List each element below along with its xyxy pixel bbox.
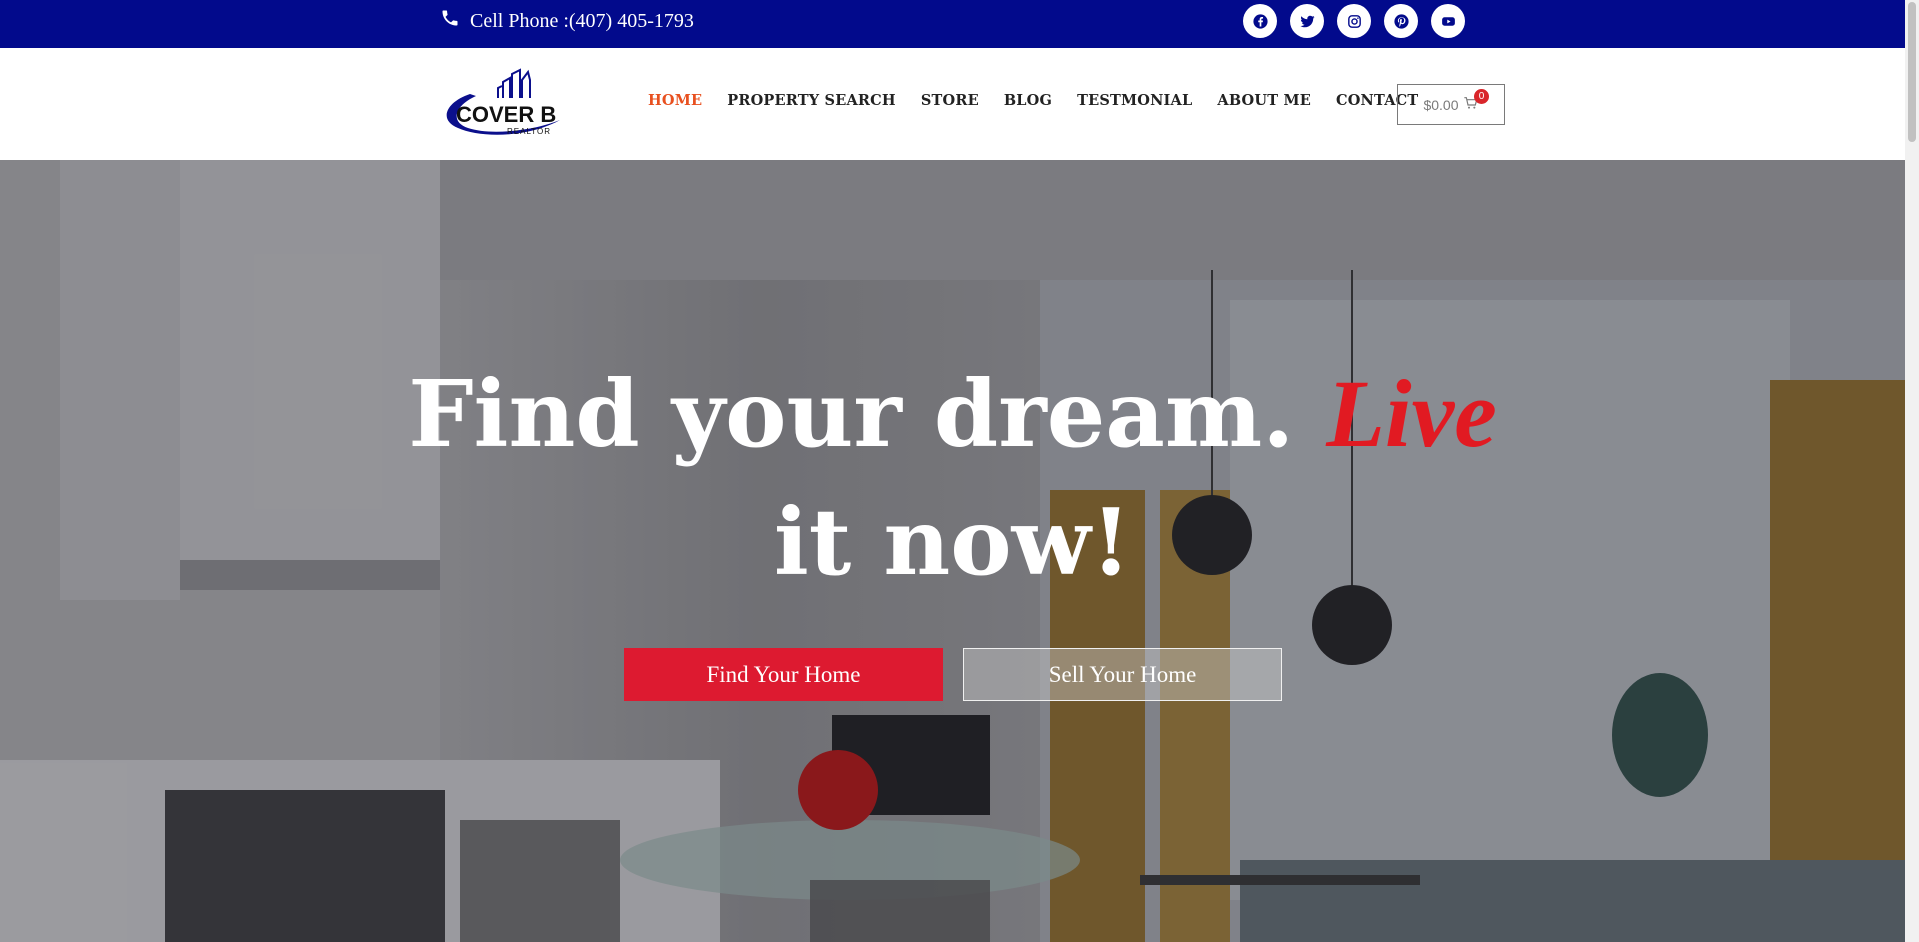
phone-icon [440,8,460,34]
main-nav: HOME PROPERTY SEARCH STORE BLOG TESTMONI… [648,92,1418,109]
site-header: COVER B REALTOR HOME PROPERTY SEARCH STO… [0,48,1905,160]
facebook-icon[interactable] [1243,4,1277,38]
phone-text: Cell Phone :(407) 405-1793 [470,9,694,32]
hero-headline: Find your dream. Live it now! [400,350,1505,606]
instagram-icon[interactable] [1337,4,1371,38]
sell-your-home-button[interactable]: Sell Your Home [963,648,1282,701]
nav-item-property-search[interactable]: PROPERTY SEARCH [727,92,896,109]
find-your-home-button[interactable]: Find Your Home [624,648,943,701]
nav-item-blog[interactable]: BLOG [1004,92,1052,109]
scrollbar-thumb[interactable] [1908,2,1916,142]
twitter-icon[interactable] [1290,4,1324,38]
logo-sub-text: REALTOR [507,127,551,136]
headline-part1: Find your dream. [408,360,1295,468]
site-logo[interactable]: COVER B REALTOR [440,60,564,148]
social-links [1243,4,1465,38]
nav-item-testmonial[interactable]: TESTMONIAL [1077,92,1192,109]
logo-main-text: COVER B [456,102,556,127]
youtube-icon[interactable] [1431,4,1465,38]
nav-item-home[interactable]: HOME [648,92,702,109]
nav-item-about-me[interactable]: ABOUT ME [1217,92,1311,109]
cart-button[interactable]: $0.00 0 [1397,84,1505,125]
pinterest-icon[interactable] [1384,4,1418,38]
hero-section: Find your dream. Live it now! Find Your … [0,160,1905,942]
page-scrollbar[interactable] [1905,0,1919,942]
headline-script-word: Live [1326,360,1497,467]
phone-contact[interactable]: Cell Phone :(407) 405-1793 [440,8,694,34]
nav-item-store[interactable]: STORE [921,92,979,109]
headline-part2: it now! [773,488,1132,596]
cart-amount: $0.00 [1423,96,1459,113]
cart-count-badge: 0 [1474,89,1489,104]
top-bar: Cell Phone :(407) 405-1793 [0,0,1905,48]
